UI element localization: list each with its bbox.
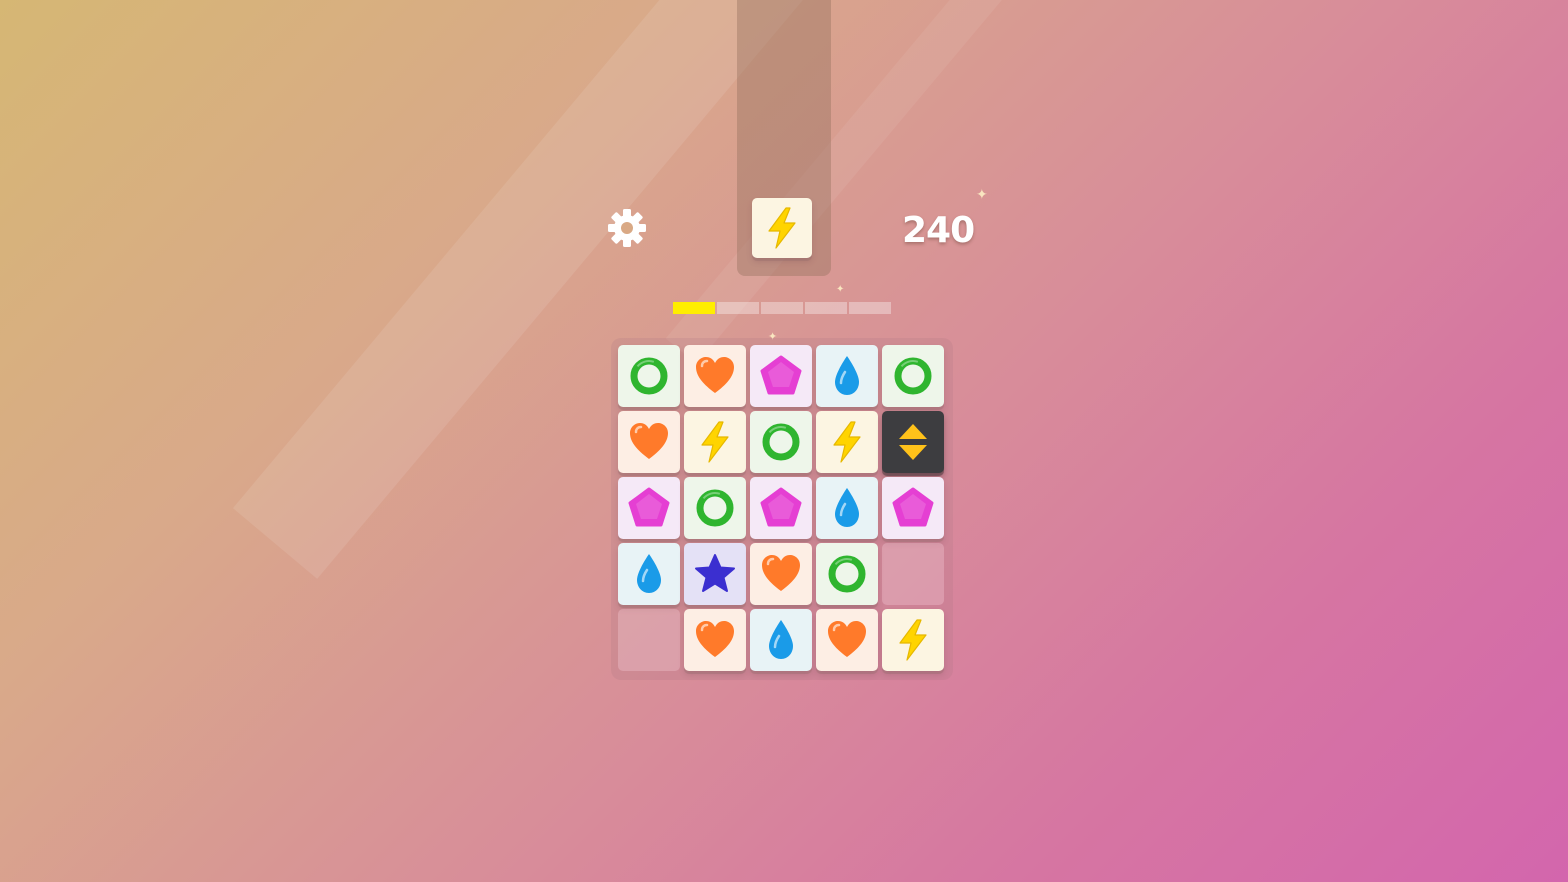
sparkle-icon: ✦ <box>976 187 988 203</box>
empty-cell[interactable] <box>618 609 680 671</box>
star-icon <box>695 554 735 592</box>
ring-tile[interactable] <box>882 345 944 407</box>
ring-icon <box>828 555 866 593</box>
lightning-icon <box>768 207 796 249</box>
drop-icon <box>835 488 859 527</box>
heart-icon <box>696 621 734 657</box>
ring-tile[interactable] <box>684 477 746 539</box>
heart-tile[interactable] <box>684 345 746 407</box>
lightning-tile[interactable] <box>816 411 878 473</box>
pentagon-icon <box>760 355 802 395</box>
empty-cell[interactable] <box>882 543 944 605</box>
drop-icon <box>637 554 661 593</box>
drop-tile[interactable] <box>816 345 878 407</box>
drop-tile[interactable] <box>816 477 878 539</box>
gear-icon <box>608 209 646 247</box>
level-progress-bar <box>673 302 893 314</box>
pentagon-icon <box>892 487 934 527</box>
lightning-tile[interactable] <box>882 609 944 671</box>
heart-icon <box>828 621 866 657</box>
progress-segment <box>761 302 803 314</box>
star-tile[interactable] <box>684 543 746 605</box>
heart-tile[interactable] <box>618 411 680 473</box>
lightning-icon <box>833 421 861 463</box>
ring-icon <box>696 489 734 527</box>
ring-icon <box>630 357 668 395</box>
next-piece-tile <box>752 198 812 258</box>
progress-segment <box>849 302 891 314</box>
ring-tile[interactable] <box>750 411 812 473</box>
pentagon-icon <box>760 487 802 527</box>
drop-tile[interactable] <box>618 543 680 605</box>
heart-icon <box>762 555 800 591</box>
swap-icon <box>899 424 927 460</box>
ring-icon <box>894 357 932 395</box>
pentagon-tile[interactable] <box>750 477 812 539</box>
drop-tile[interactable] <box>750 609 812 671</box>
drop-icon <box>835 356 859 395</box>
ring-icon <box>762 423 800 461</box>
pentagon-tile[interactable] <box>882 477 944 539</box>
pentagon-tile[interactable] <box>750 345 812 407</box>
pentagon-icon <box>628 487 670 527</box>
game-board <box>611 338 953 680</box>
progress-segment <box>673 302 715 314</box>
progress-segment <box>717 302 759 314</box>
settings-button[interactable] <box>606 207 648 249</box>
heart-icon <box>696 357 734 393</box>
heart-tile[interactable] <box>816 609 878 671</box>
ring-tile[interactable] <box>816 543 878 605</box>
heart-tile[interactable] <box>684 609 746 671</box>
progress-segment <box>805 302 847 314</box>
lightning-icon <box>701 421 729 463</box>
heart-tile[interactable] <box>750 543 812 605</box>
lightning-tile[interactable] <box>684 411 746 473</box>
heart-icon <box>630 423 668 459</box>
lightning-icon <box>899 619 927 661</box>
swap-tile[interactable] <box>882 411 944 473</box>
ring-tile[interactable] <box>618 345 680 407</box>
pentagon-tile[interactable] <box>618 477 680 539</box>
sparkle-icon: ✦ <box>836 284 845 295</box>
score-value: 240 <box>902 210 975 251</box>
drop-icon <box>769 620 793 659</box>
